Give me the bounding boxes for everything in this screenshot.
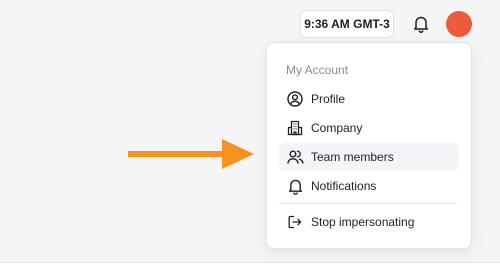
logout-icon [286, 213, 304, 231]
menu-item-label: Profile [311, 92, 346, 106]
menu-item-label: Company [311, 121, 363, 135]
bell-icon [413, 16, 429, 33]
content-card [0, 262, 500, 279]
users-icon [286, 148, 304, 166]
user-circle-icon [286, 90, 304, 108]
account-menu: My Account Profile Company Team members … [266, 42, 472, 249]
menu-item-company[interactable]: Company [279, 114, 459, 142]
menu-item-team-members[interactable]: Team members [279, 143, 459, 171]
menu-item-notifications[interactable]: Notifications [279, 172, 459, 200]
time-display[interactable]: 9:36 AM GMT-3 [300, 10, 394, 38]
menu-item-label: Stop impersonating [311, 215, 415, 229]
menu-item-label: Notifications [311, 179, 377, 193]
menu-item-label: Team members [311, 150, 394, 164]
menu-item-stop-impersonating[interactable]: Stop impersonating [279, 208, 459, 236]
avatar[interactable] [446, 11, 472, 37]
pointer-arrow [128, 139, 254, 169]
bell-icon [286, 177, 304, 195]
building-icon [286, 119, 304, 137]
menu-heading: My Account [286, 63, 349, 77]
menu-item-profile[interactable]: Profile [279, 85, 459, 113]
menu-divider [279, 203, 457, 204]
notifications-button[interactable] [408, 12, 434, 36]
